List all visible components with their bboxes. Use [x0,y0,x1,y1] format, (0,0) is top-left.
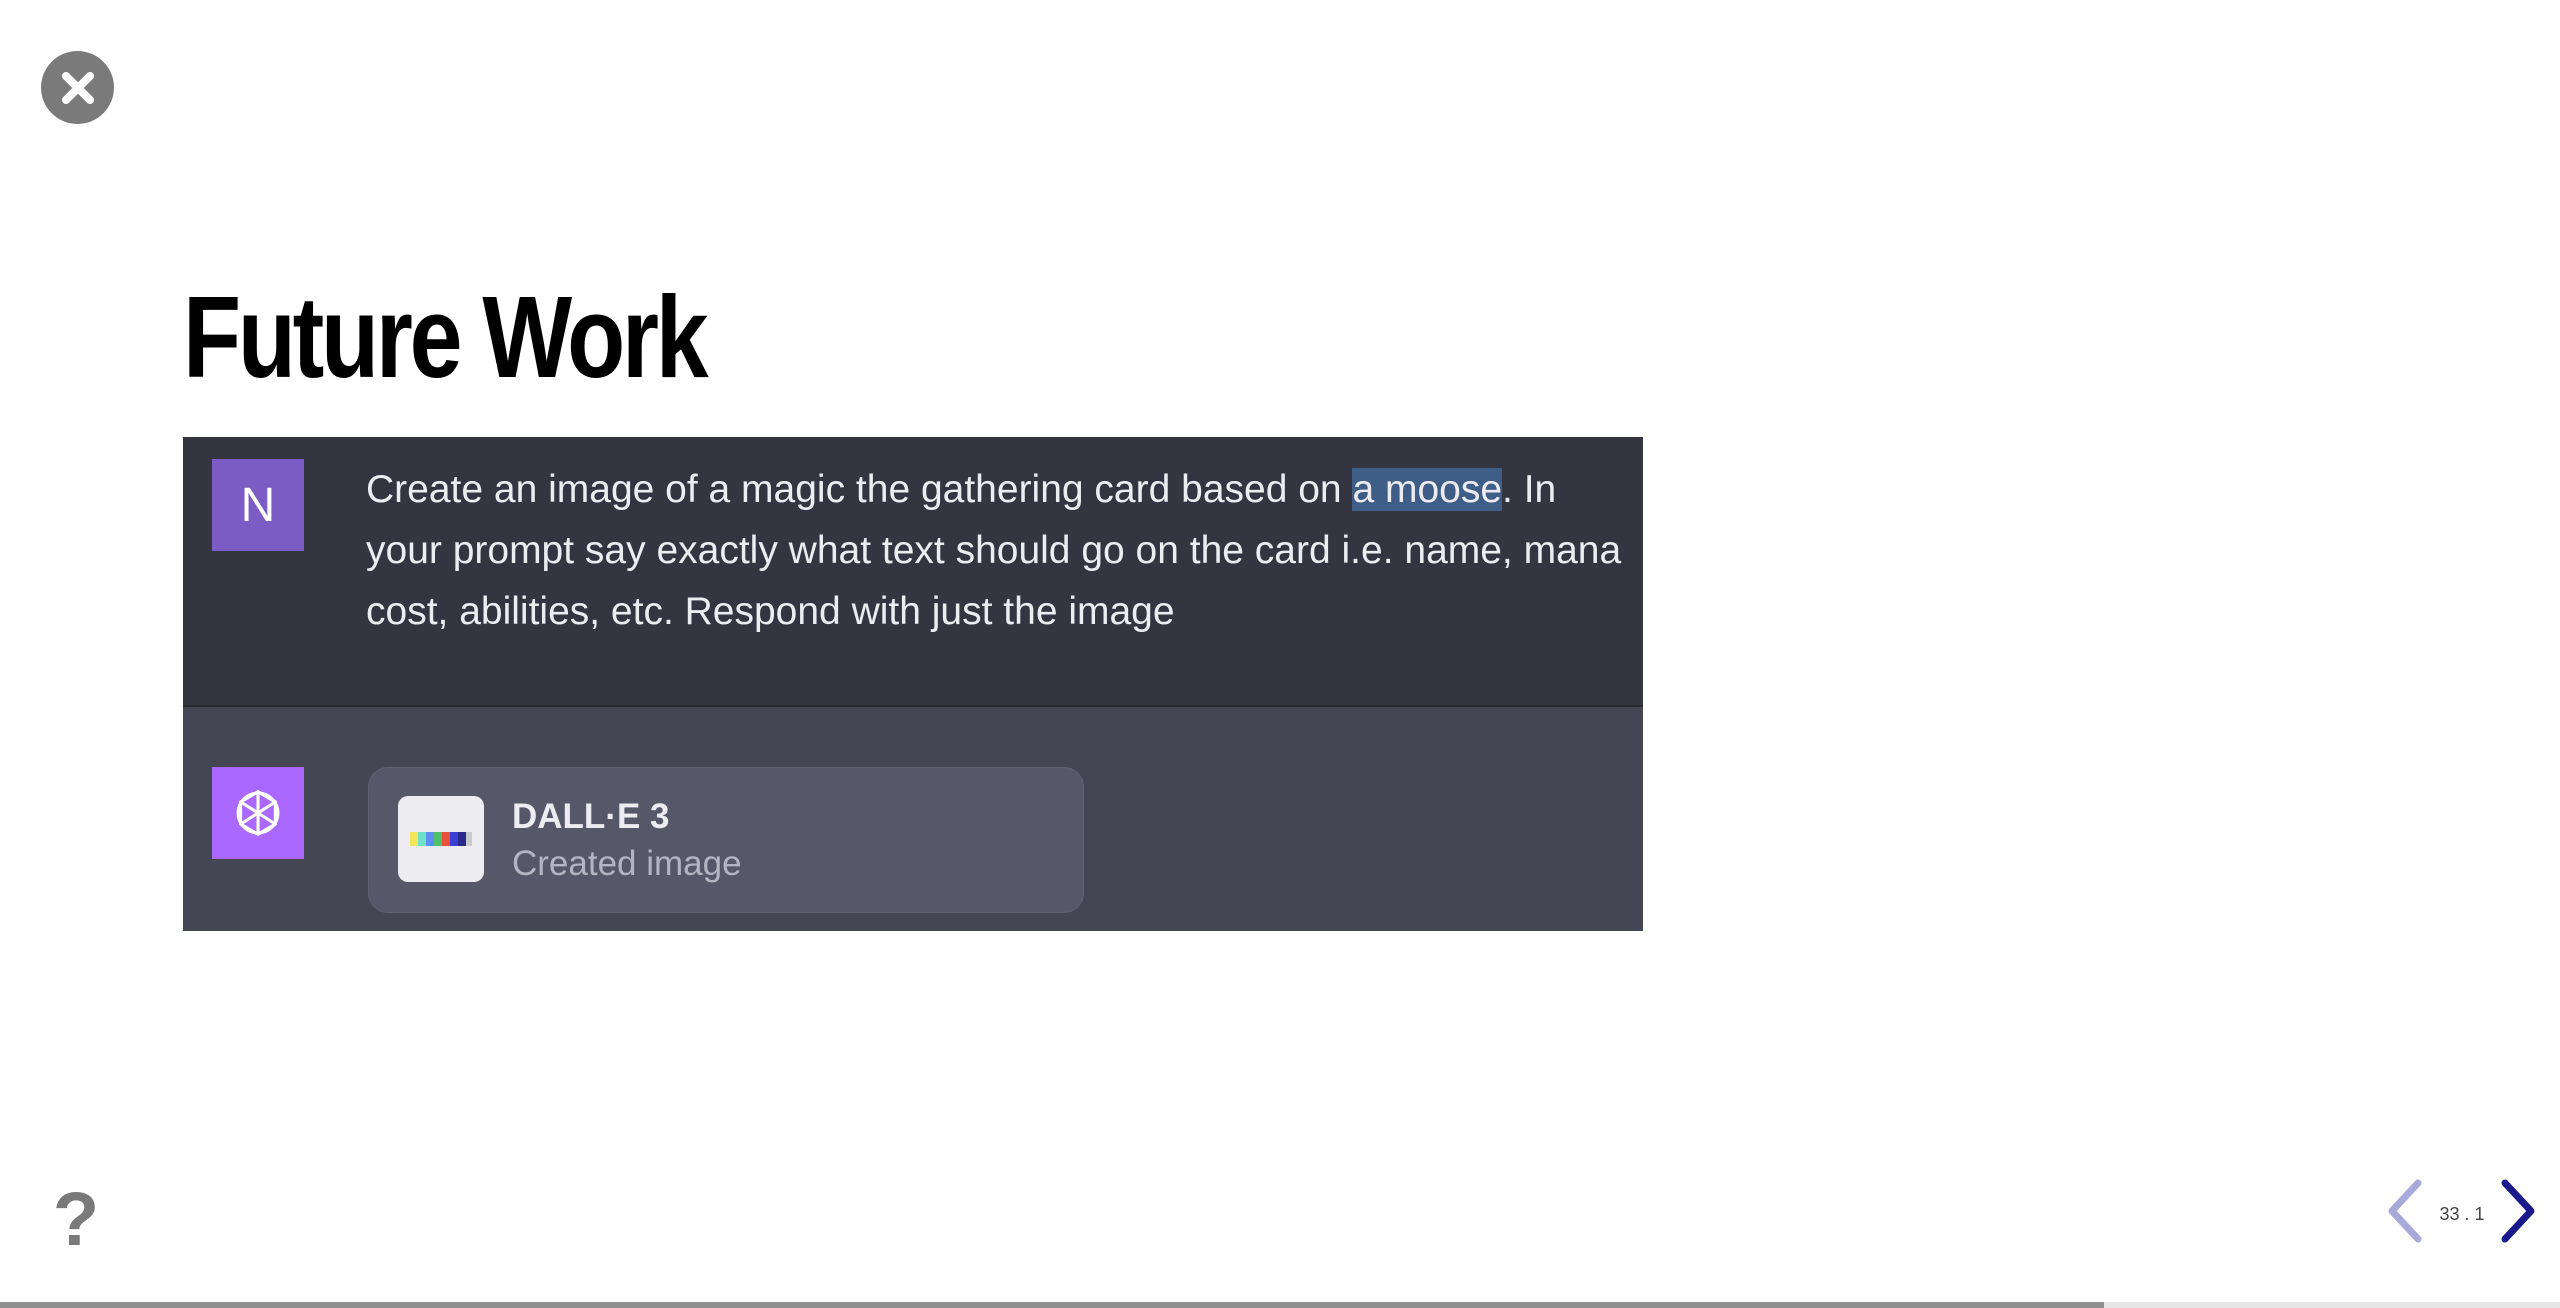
chevron-left-icon [2388,1179,2422,1243]
help-icon: ? [52,1177,100,1262]
image-thumbnail-icon [410,832,472,846]
help-button[interactable]: ? [50,1182,102,1258]
tool-subtitle: Created image [512,844,742,883]
user-message-text: Create an image of a magic the gathering… [366,459,1626,642]
user-message-row: N Create an image of a magic the gatheri… [183,437,1643,705]
close-button[interactable] [41,51,114,124]
user-avatar: N [212,459,304,551]
assistant-message-row: DALL·E 3 Created image [183,707,1643,931]
slide-page: Future Work N Create an image of a magic… [0,0,2560,1308]
slide-title: Future Work [183,272,709,402]
openai-logo-icon [236,790,280,836]
chat-screenshot: N Create an image of a magic the gatheri… [183,437,1643,931]
chevron-right-icon [2501,1179,2535,1243]
user-message-part: Create an image of a magic the gathering… [366,468,1353,511]
assistant-avatar [212,767,304,859]
close-icon [61,71,94,104]
previous-slide-button[interactable] [2385,1179,2425,1243]
next-slide-button[interactable] [2498,1179,2538,1243]
tool-title: DALL·E 3 [512,797,670,836]
highlighted-text: a moose [1352,468,1503,511]
progress-bar [0,1302,2560,1308]
progress-fill [0,1302,2105,1308]
dalle-result-card[interactable]: DALL·E 3 Created image [368,767,1084,913]
image-thumbnail [398,796,484,882]
slide-number: 33 . 1 [2439,1204,2485,1224]
